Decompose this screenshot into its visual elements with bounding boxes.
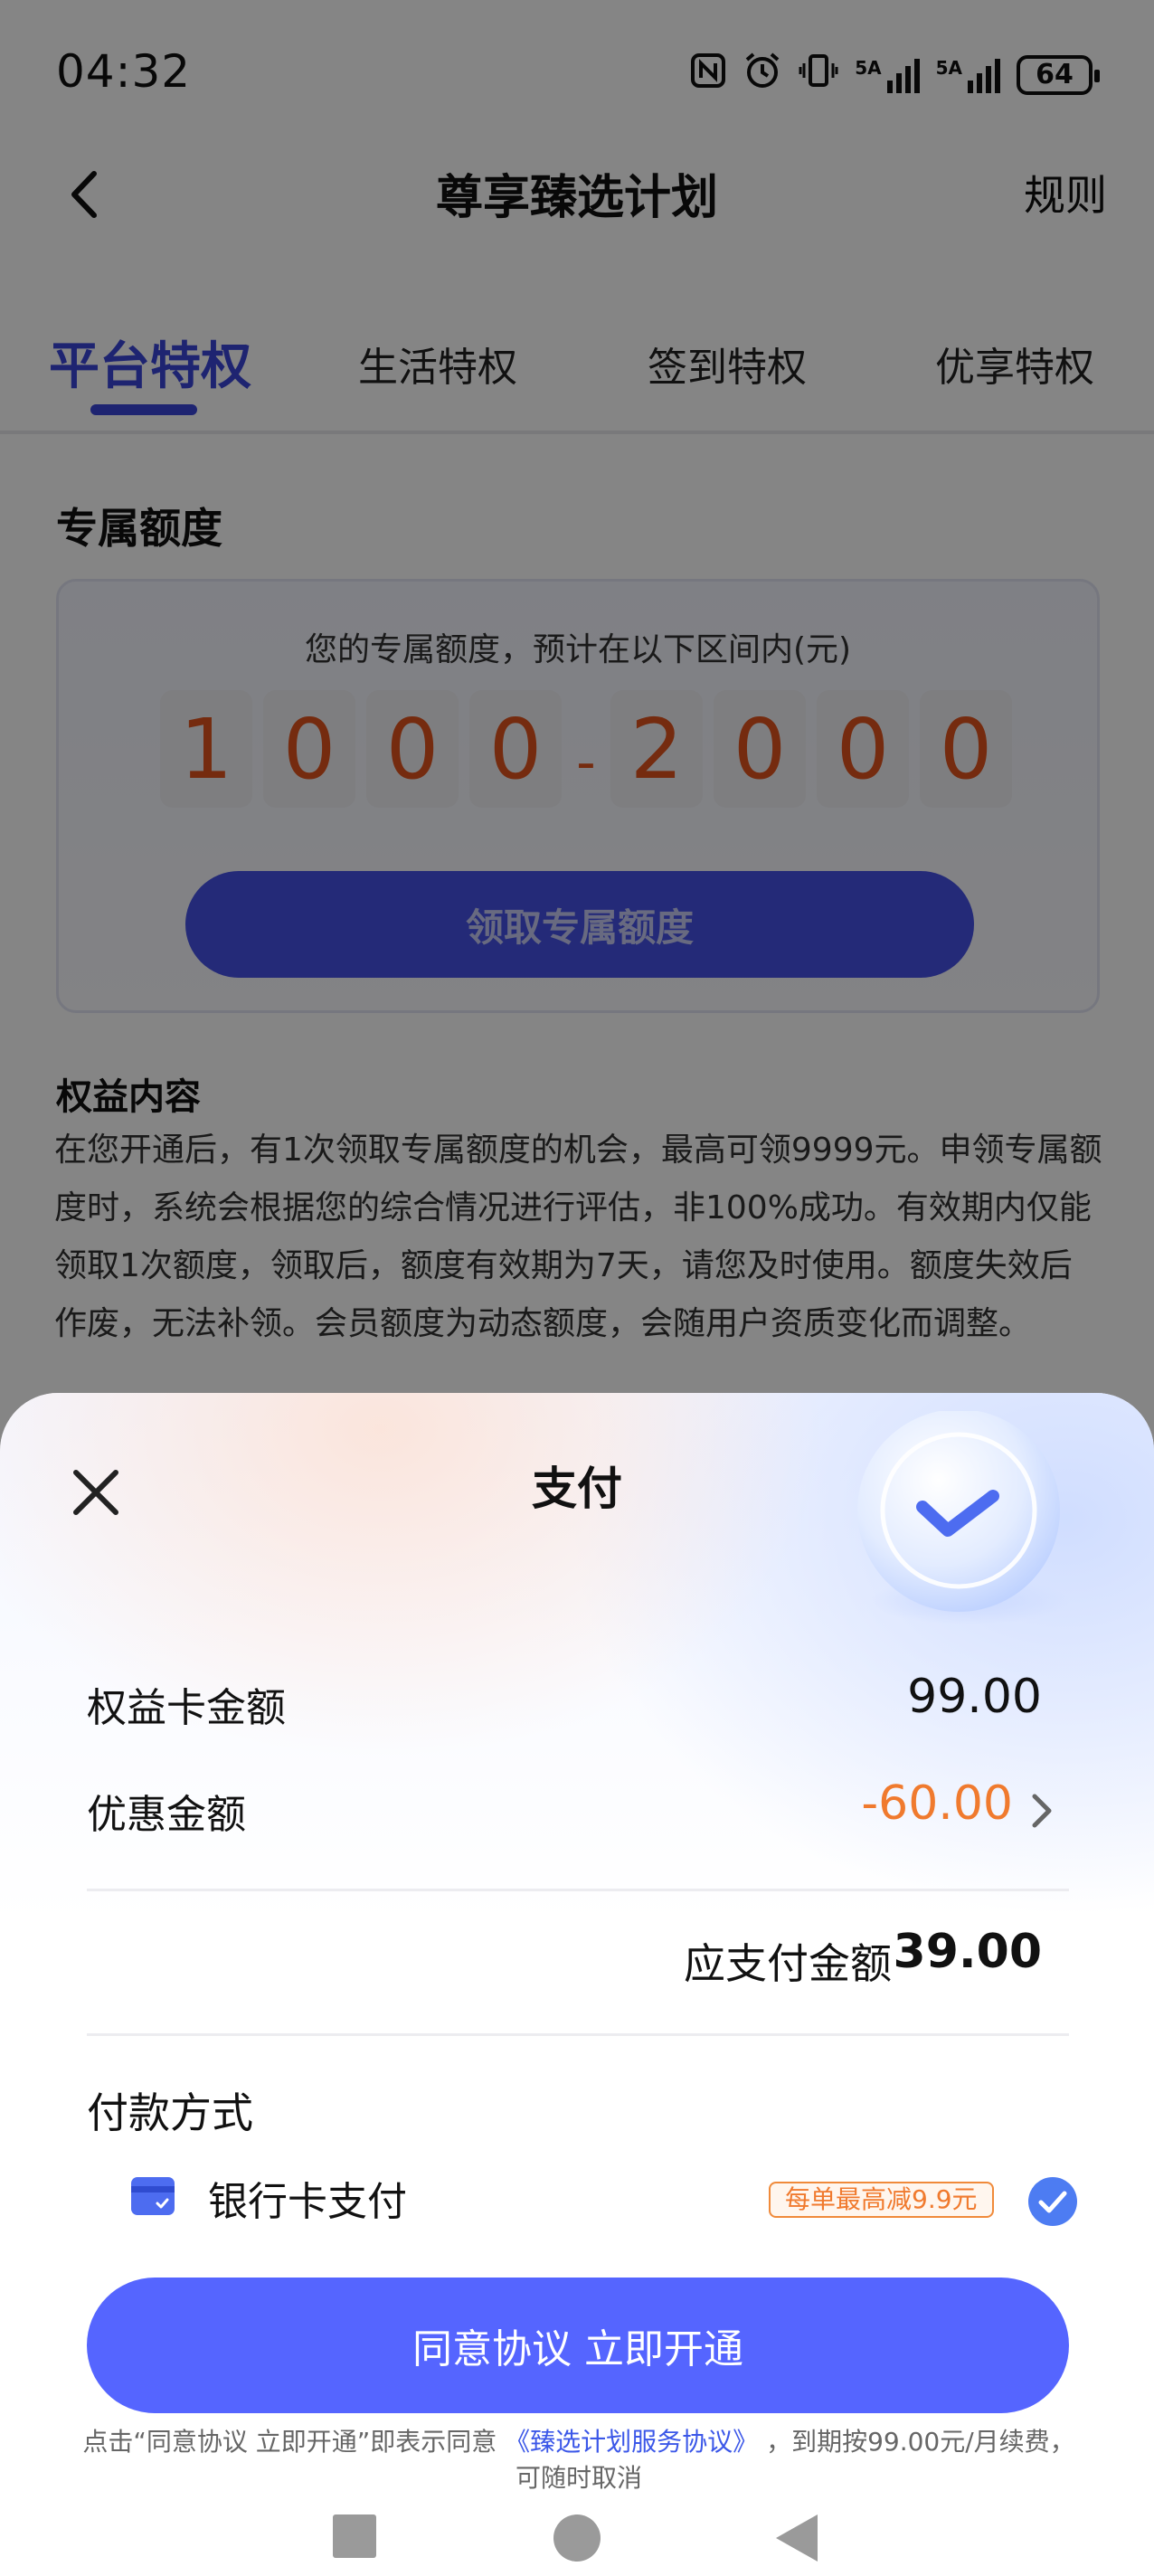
promo-tag: 每单最高减9.9元: [769, 2182, 994, 2218]
agreement-notice: 点击“同意协议 立即开通”即表示同意 《臻选计划服务协议》 ，到期按99.00元…: [81, 2424, 1076, 2496]
recent-apps-icon[interactable]: [331, 2513, 378, 2563]
payment-method-bank-card[interactable]: 银行卡支付 每单最高减9.9元: [87, 2162, 1082, 2234]
divider: [87, 1889, 1069, 1891]
card-amount-value: 99.00: [907, 1670, 1042, 1724]
amount-due-value: 39.00: [893, 1925, 1042, 1979]
payment-method-name: 银行卡支付: [208, 2179, 407, 2225]
bank-card-icon: [130, 2176, 175, 2216]
discount-value[interactable]: -60.00: [861, 1776, 1013, 1831]
system-navigation-bar: [0, 2496, 1154, 2576]
payment-sheet: 支付 权益卡金额 99.00 优惠金额 -60.00 应支付金额 39.00 付…: [0, 1393, 1154, 2576]
payment-method-title: 付款方式: [87, 2088, 253, 2137]
amount-due-label: 应支付金额: [684, 1939, 892, 1988]
agree-and-activate-button[interactable]: 同意协议 立即开通: [87, 2278, 1069, 2413]
back-triangle-icon[interactable]: [774, 2513, 819, 2567]
card-amount-label: 权益卡金额: [87, 1685, 286, 1731]
home-icon[interactable]: [552, 2513, 602, 2567]
checkmark-circle-icon[interactable]: [1027, 2176, 1078, 2227]
agreement-prefix: 点击“同意协议 立即开通”即表示同意: [82, 2427, 497, 2457]
check-badge-icon: [852, 1409, 1087, 1646]
discount-label: 优惠金额: [87, 1792, 246, 1838]
service-agreement-link[interactable]: 《臻选计划服务协议》: [505, 2427, 758, 2457]
divider: [87, 2033, 1069, 2036]
chevron-right-icon[interactable]: [1026, 1789, 1058, 1833]
